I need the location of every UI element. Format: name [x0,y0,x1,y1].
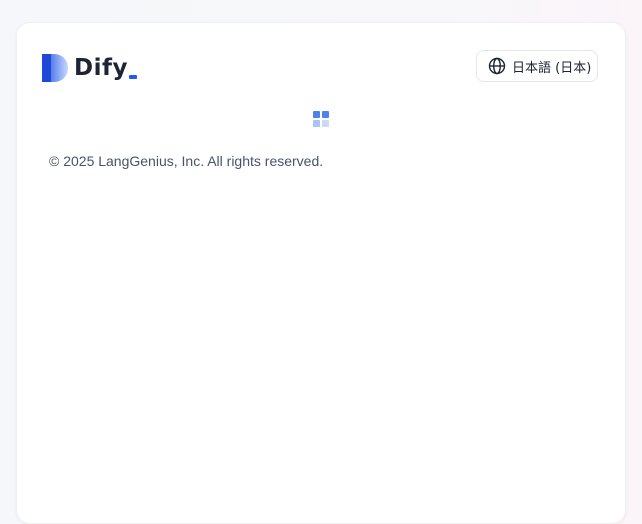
loading-grid-icon [313,111,329,127]
globe-icon [488,57,506,75]
language-selector-button[interactable]: 日本語 (日本) [476,50,598,82]
brand-underscore [128,75,137,79]
dify-logo: Dify [42,53,137,83]
language-label: 日本語 (日本) [512,60,592,76]
brand-name: Dify [74,55,128,81]
copyright-text: © 2025 LangGenius, Inc. All rights reser… [49,153,324,169]
dify-logo-mark-icon [42,54,68,82]
main-card: Dify 日本語 (日本) © 2025 LangGenius, Inc. Al… [16,22,626,524]
